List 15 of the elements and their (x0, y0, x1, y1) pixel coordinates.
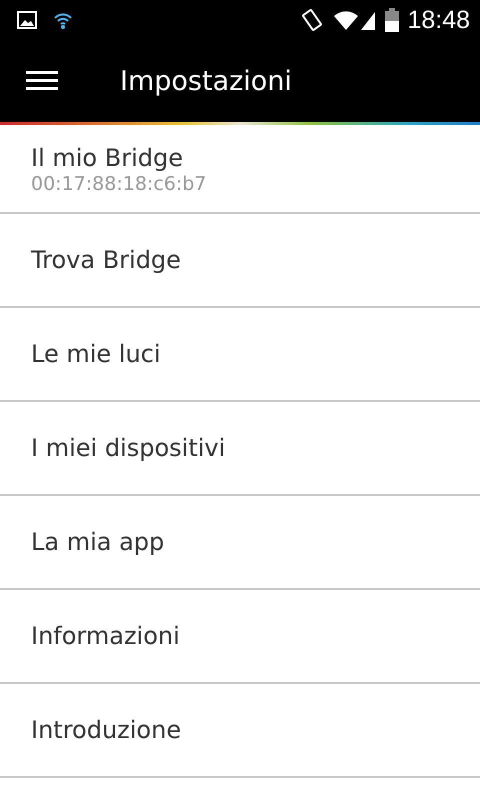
battery-icon (385, 8, 400, 32)
settings-item[interactable]: Trova Bridge (0, 214, 480, 306)
vibrate-icon (301, 8, 324, 32)
settings-item[interactable]: Informazioni (0, 590, 480, 682)
menu-button[interactable] (26, 70, 58, 92)
settings-item[interactable]: La mia app (0, 496, 480, 588)
mac-address: 00:17:88:18:c6:b7 (31, 172, 206, 194)
signal-icon (359, 10, 378, 30)
settings-item[interactable]: I miei dispositivi (0, 402, 480, 494)
settings-item[interactable]: Le mie luci (0, 308, 480, 400)
screen-title: Impostazioni (120, 66, 292, 96)
clock: 18:48 (407, 6, 470, 34)
item-title[interactable]: Il mio Bridge (31, 142, 183, 172)
settings-item[interactable]: Introduzione (0, 684, 480, 776)
image-icon (17, 11, 37, 29)
